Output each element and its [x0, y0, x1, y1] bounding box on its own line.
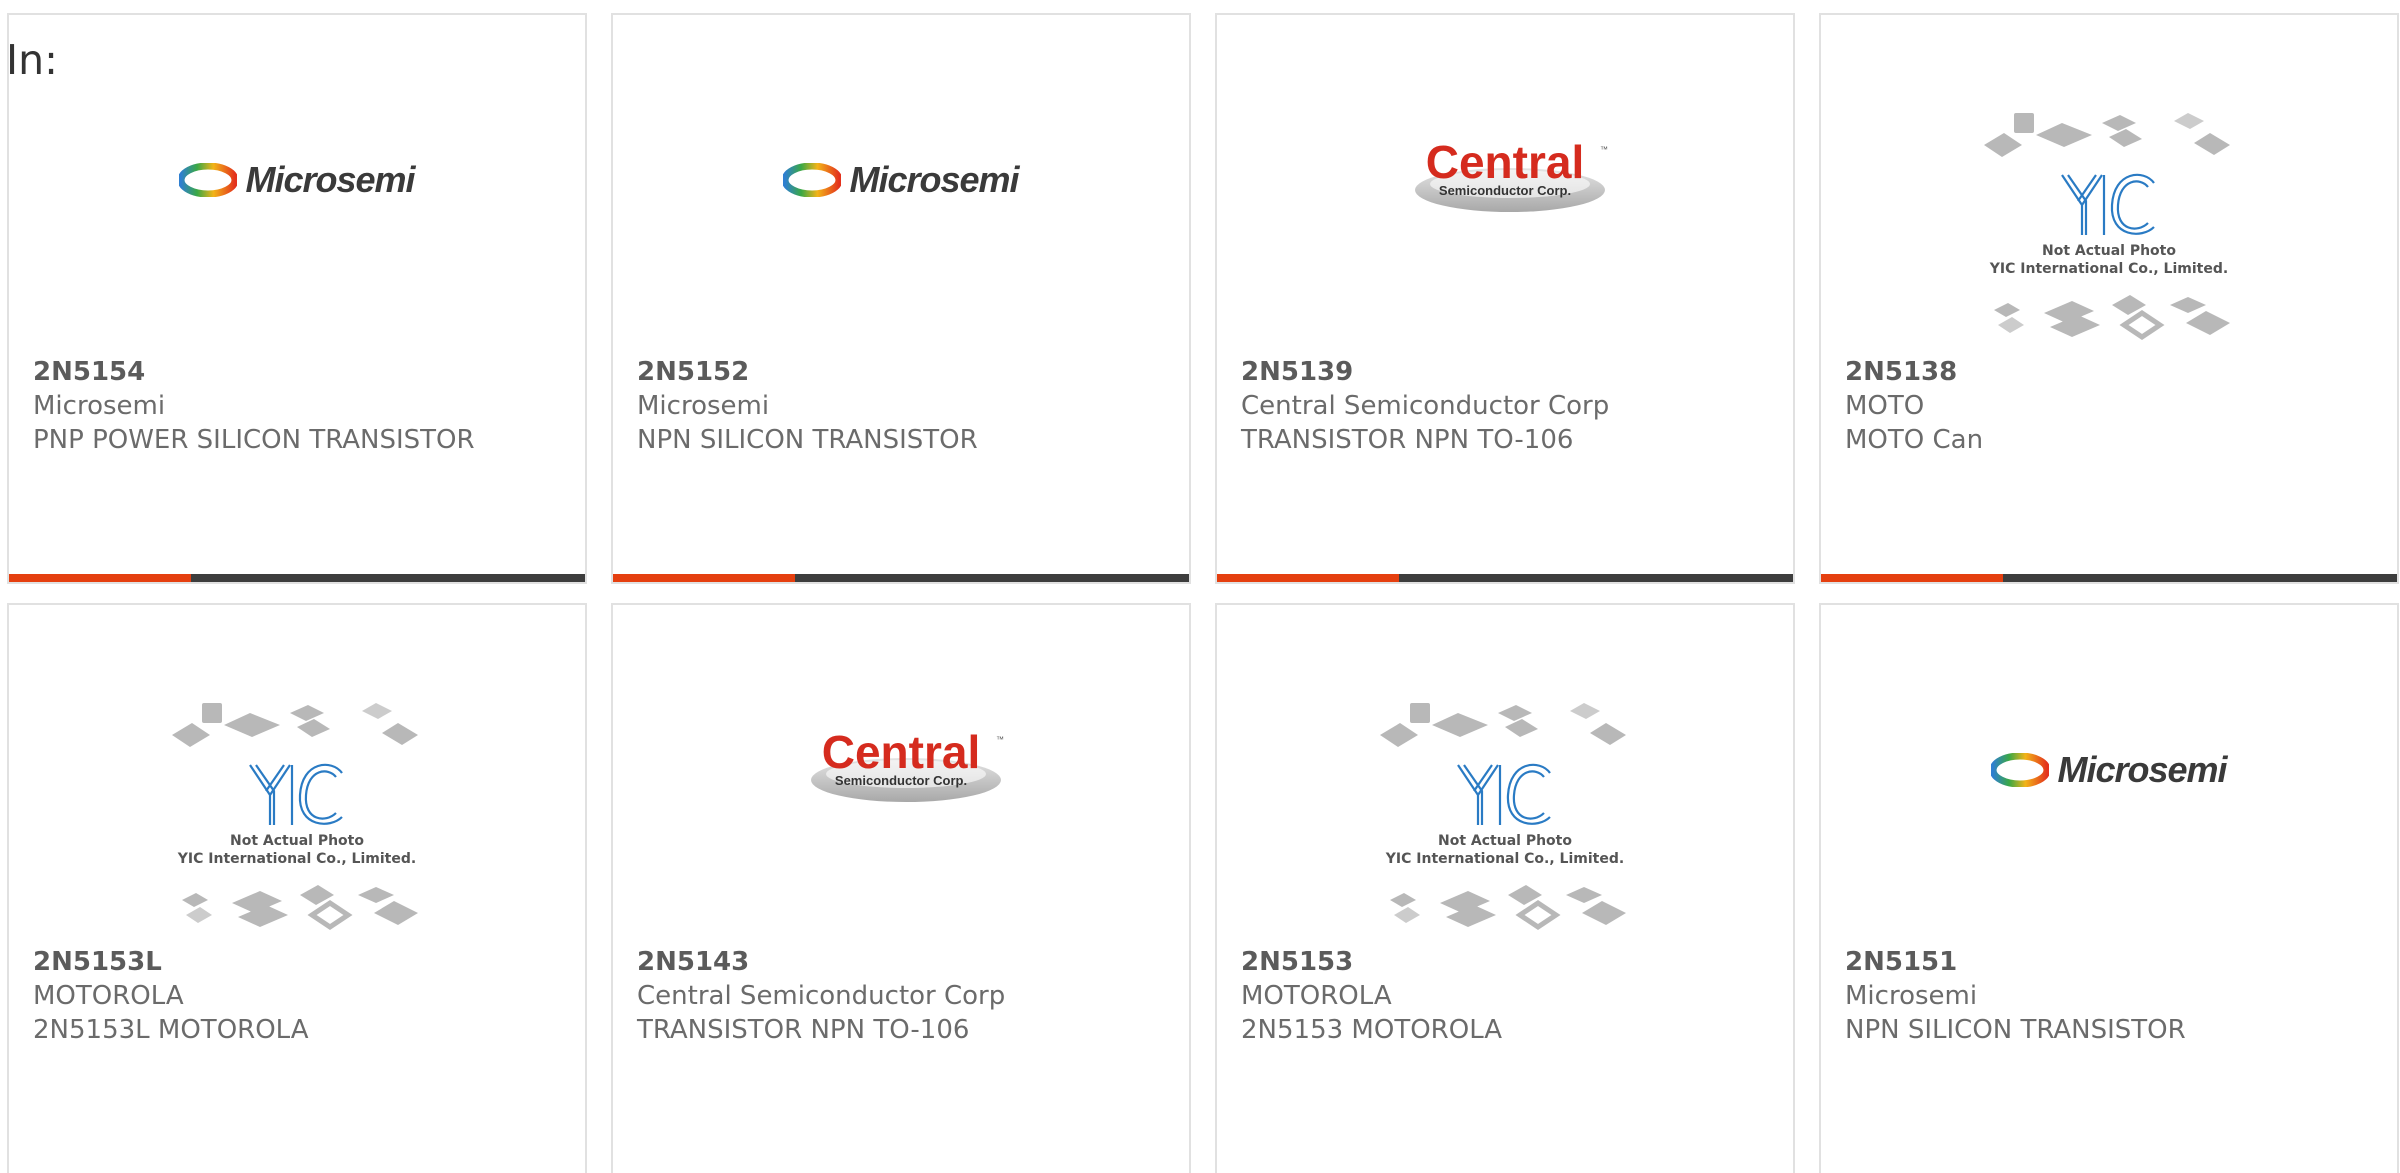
description: NPN SILICON TRANSISTOR	[637, 425, 978, 455]
central-logo: Central ™ Semiconductor Corp.	[811, 728, 1004, 802]
description: MOTO Can	[1845, 425, 1984, 455]
manufacturer: Microsemi	[637, 391, 770, 421]
description: TRANSISTOR NPN TO-106	[637, 1015, 970, 1045]
manufacturer: MOTO	[1845, 391, 1925, 421]
product-card[interactable]: Microsemi 2N5152 Microsemi NPN SILICON T…	[611, 13, 1191, 584]
part-number-link[interactable]: 2N5153	[1241, 945, 1769, 979]
in-label: In:	[6, 36, 58, 84]
svg-text:™: ™	[1600, 145, 1608, 154]
manufacturer: Microsemi	[33, 391, 166, 421]
svg-text:™: ™	[996, 735, 1004, 744]
card-footer-bar	[1217, 574, 1793, 582]
part-number-link[interactable]: 2N5138	[1845, 355, 2373, 389]
part-number-link[interactable]: 2N5139	[1241, 355, 1769, 389]
product-card[interactable]: Central ™ Semiconductor Corp. 2N5139 Cen…	[1215, 13, 1795, 584]
product-image[interactable]: Not Actual Photo YIC International Co., …	[1217, 675, 1793, 955]
central-subtitle: Semiconductor Corp.	[1439, 183, 1571, 198]
part-number-link[interactable]: 2N5151	[1845, 945, 2373, 979]
part-number-link[interactable]: 2N5152	[637, 355, 1165, 389]
not-actual-photo-placeholder: Not Actual Photo YIC International Co., …	[1984, 113, 2230, 341]
card-accent-bar	[1821, 574, 2003, 582]
microsemi-wordmark: Microsemi	[245, 159, 415, 200]
description: 2N5153L MOTOROLA	[33, 1015, 309, 1045]
product-image[interactable]: Microsemi	[9, 85, 585, 365]
product-image[interactable]: Microsemi	[613, 85, 1189, 365]
microsemi-swirl-icon	[783, 163, 842, 197]
product-card[interactable]: Central ™ Semiconductor Corp. 2N5143 Cen…	[611, 603, 1191, 1173]
card-footer-bar	[1821, 574, 2397, 582]
product-image[interactable]: Not Actual Photo YIC International Co., …	[1821, 85, 2397, 365]
card-accent-bar	[1217, 574, 1399, 582]
product-image[interactable]: Central ™ Semiconductor Corp.	[613, 675, 1189, 955]
description: PNP POWER SILICON TRANSISTOR	[33, 425, 475, 455]
microsemi-logo: Microsemi	[783, 159, 1020, 201]
part-number-link[interactable]: 2N5143	[637, 945, 1165, 979]
product-card[interactable]: Microsemi 2N5154 Microsemi PNP POWER SIL…	[7, 13, 587, 584]
card-accent-bar	[613, 574, 795, 582]
product-card[interactable]: Not Actual Photo YIC International Co., …	[1215, 603, 1795, 1173]
card-footer-bar	[9, 574, 585, 582]
central-wordmark: Central	[822, 728, 980, 778]
manufacturer: Microsemi	[1845, 981, 1978, 1011]
manufacturer: MOTOROLA	[33, 981, 184, 1011]
product-image[interactable]: Not Actual Photo YIC International Co., …	[9, 675, 585, 955]
placeholder-subtitle: YIC International Co., Limited.	[1989, 261, 2228, 277]
microsemi-swirl-icon	[179, 163, 238, 197]
manufacturer: Central Semiconductor Corp	[1241, 391, 1610, 421]
placeholder-title: Not Actual Photo	[2042, 243, 2176, 259]
manufacturer: Central Semiconductor Corp	[637, 981, 1006, 1011]
part-number-link[interactable]: 2N5154	[33, 355, 561, 389]
product-card[interactable]: Not Actual Photo YIC International Co., …	[7, 603, 587, 1173]
part-number-link[interactable]: 2N5153L	[33, 945, 561, 979]
not-actual-photo-placeholder: Not Actual Photo YIC International Co., …	[172, 703, 418, 931]
central-logo: Central ™ Semiconductor Corp.	[1415, 138, 1608, 212]
product-card[interactable]: Microsemi 2N5151 Microsemi NPN SILICON T…	[1819, 603, 2399, 1173]
product-card[interactable]: Not Actual Photo YIC International Co., …	[1819, 13, 2399, 584]
placeholder-subtitle: YIC International Co., Limited.	[1385, 851, 1624, 867]
microsemi-wordmark: Microsemi	[2057, 749, 2227, 790]
microsemi-wordmark: Microsemi	[849, 159, 1019, 200]
description: 2N5153 MOTOROLA	[1241, 1015, 1503, 1045]
description: NPN SILICON TRANSISTOR	[1845, 1015, 2186, 1045]
microsemi-logo: Microsemi	[1991, 749, 2228, 791]
manufacturer: MOTOROLA	[1241, 981, 1392, 1011]
microsemi-logo: Microsemi	[179, 159, 416, 201]
description: TRANSISTOR NPN TO-106	[1241, 425, 1574, 455]
product-image[interactable]: Microsemi	[1821, 675, 2397, 955]
not-actual-photo-placeholder: Not Actual Photo YIC International Co., …	[1380, 703, 1626, 931]
central-subtitle: Semiconductor Corp.	[835, 773, 967, 788]
central-wordmark: Central	[1426, 138, 1584, 188]
product-image[interactable]: Central ™ Semiconductor Corp.	[1217, 85, 1793, 365]
placeholder-title: Not Actual Photo	[1438, 833, 1572, 849]
placeholder-title: Not Actual Photo	[230, 833, 364, 849]
card-footer-bar	[613, 574, 1189, 582]
card-accent-bar	[9, 574, 191, 582]
microsemi-swirl-icon	[1991, 753, 2050, 787]
placeholder-subtitle: YIC International Co., Limited.	[177, 851, 416, 867]
